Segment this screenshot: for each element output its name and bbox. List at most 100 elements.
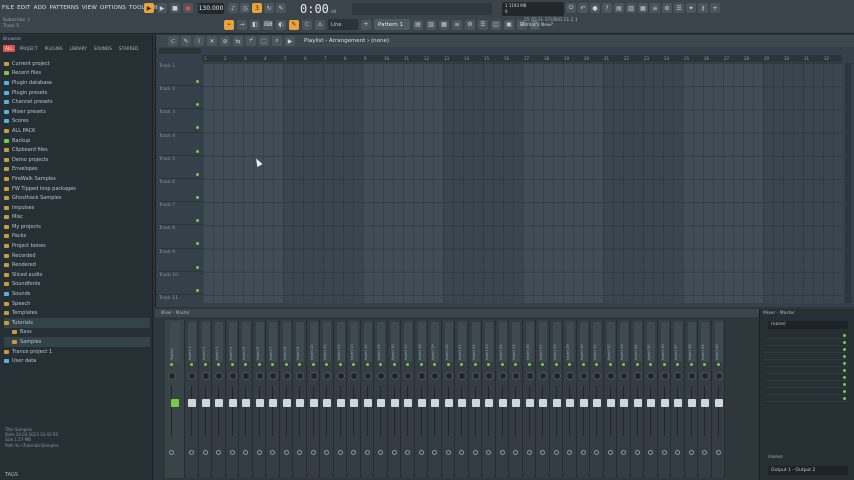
- strip-enable-led[interactable]: [514, 363, 517, 366]
- strip-enable-led[interactable]: [473, 363, 477, 366]
- strip-enable-led[interactable]: [635, 363, 639, 366]
- mixer-insert-strip[interactable]: Insert 25: [509, 320, 523, 478]
- volume-fader[interactable]: [714, 399, 723, 407]
- mixer-insert-strip[interactable]: Insert 31: [590, 320, 604, 478]
- browser-item[interactable]: Soundfonts: [4, 280, 150, 290]
- mute-icon[interactable]: ⊘: [220, 36, 230, 46]
- slip-icon[interactable]: ⇆: [233, 36, 243, 46]
- strip-enable-led[interactable]: [649, 363, 652, 366]
- route-send-icon[interactable]: [283, 450, 289, 455]
- pan-knob[interactable]: [593, 372, 601, 380]
- mixer-insert-strip[interactable]: Insert 26: [522, 320, 536, 478]
- strip-enable-led[interactable]: [568, 363, 571, 366]
- record-audio-icon[interactable]: ●: [590, 3, 600, 13]
- route-send-icon[interactable]: [432, 450, 437, 455]
- volume-fader[interactable]: [525, 399, 534, 407]
- pan-knob[interactable]: [417, 372, 426, 380]
- pan-knob[interactable]: [377, 372, 385, 380]
- undo-icon[interactable]: ↶: [578, 3, 588, 13]
- volume-fader[interactable]: [647, 399, 655, 407]
- step-edit-icon[interactable]: ✎: [276, 3, 286, 13]
- mixer-insert-strip[interactable]: Insert 23: [482, 320, 496, 478]
- mixer-icon[interactable]: ≡: [650, 3, 660, 13]
- route-send-icon[interactable]: [486, 450, 491, 455]
- pattern-select[interactable]: Pattern 1: [374, 19, 410, 30]
- tab-project[interactable]: PROJECT: [18, 45, 40, 52]
- volume-fader[interactable]: [215, 399, 223, 407]
- pan-knob[interactable]: [309, 372, 318, 380]
- route-send-icon[interactable]: [688, 450, 694, 455]
- pan-knob[interactable]: [255, 372, 264, 380]
- volume-fader[interactable]: [471, 399, 480, 407]
- mixer-insert-strip[interactable]: Insert 24: [495, 320, 509, 478]
- wide-shortcut-icon[interactable]: ▣: [504, 19, 514, 30]
- slot-enable-led[interactable]: [843, 348, 846, 351]
- route-send-icon[interactable]: [702, 450, 707, 455]
- pencil-icon[interactable]: ✎: [181, 36, 191, 46]
- browser-item[interactable]: Tutorials: [4, 318, 150, 328]
- countdown-icon[interactable]: 3: [252, 3, 262, 13]
- volume-fader[interactable]: [269, 399, 277, 407]
- snap-icon[interactable]: ⌁: [224, 19, 234, 30]
- select-icon[interactable]: ⬚: [259, 36, 269, 46]
- effect-slot[interactable]: [764, 389, 848, 395]
- mixer-insert-strip[interactable]: Insert 28: [549, 320, 563, 478]
- strip-enable-led[interactable]: [433, 363, 436, 366]
- strip-enable-led[interactable]: [554, 363, 558, 366]
- browser-item[interactable]: Clipboard files: [4, 145, 150, 155]
- pan-knob[interactable]: [512, 372, 520, 380]
- browser-item[interactable]: Demo projects: [4, 155, 150, 165]
- volume-fader[interactable]: [431, 399, 439, 407]
- mixer-insert-strip[interactable]: Insert 9: [293, 320, 307, 478]
- volume-fader[interactable]: [417, 399, 426, 407]
- route-send-icon[interactable]: [229, 450, 235, 455]
- tab-plugins[interactable]: PLUGINS: [43, 45, 65, 52]
- route-send-icon[interactable]: [270, 450, 275, 455]
- snap-mode-select[interactable]: Line: [328, 19, 358, 30]
- route-send-icon[interactable]: [256, 450, 262, 455]
- microphone-icon[interactable]: ✦: [686, 3, 696, 13]
- volume-fader[interactable]: [201, 399, 210, 407]
- tab-starred[interactable]: STARRED: [117, 45, 140, 52]
- pan-knob[interactable]: [242, 372, 250, 380]
- volume-fader[interactable]: [674, 399, 682, 407]
- browser-item[interactable]: Bass: [4, 328, 150, 338]
- plugin-shortcut-icon[interactable]: ⚙: [465, 19, 475, 30]
- arrow-right-icon[interactable]: →: [237, 19, 247, 30]
- strip-enable-led[interactable]: [203, 363, 207, 366]
- route-send-icon[interactable]: [607, 450, 613, 455]
- route-send-icon[interactable]: [661, 450, 667, 455]
- slot-enable-led[interactable]: [843, 383, 846, 386]
- stop-icon[interactable]: ■: [170, 3, 180, 13]
- stamp-icon[interactable]: ⌂: [315, 19, 325, 30]
- route-send-icon[interactable]: [418, 450, 424, 455]
- browser-item[interactable]: Sliced audio: [4, 270, 150, 280]
- tools-icon[interactable]: ◧: [250, 19, 260, 30]
- volume-fader[interactable]: [633, 399, 642, 407]
- strip-enable-led[interactable]: [392, 363, 396, 366]
- mixer-insert-strip[interactable]: Insert 40: [711, 320, 725, 478]
- slot-enable-led[interactable]: [843, 341, 846, 344]
- news-panel[interactable]: 25 05 FL STUDIO 21.2.1 What's New?: [524, 18, 578, 28]
- browser-item[interactable]: Plugin presets: [4, 88, 150, 98]
- strip-enable-led[interactable]: [271, 363, 274, 366]
- mixer-insert-strip[interactable]: Insert 34: [630, 320, 644, 478]
- route-send-icon[interactable]: [715, 450, 721, 455]
- browser-item[interactable]: Channel presets: [4, 97, 150, 107]
- volume-fader[interactable]: [336, 399, 345, 407]
- menu-patterns[interactable]: PATTERNS: [49, 5, 78, 11]
- route-send-icon[interactable]: [567, 450, 572, 455]
- pan-knob[interactable]: [269, 372, 277, 380]
- playback-icon[interactable]: ▶: [285, 36, 295, 46]
- pan-knob[interactable]: [701, 372, 709, 380]
- strip-enable-led[interactable]: [446, 363, 450, 366]
- channel-rack-icon[interactable]: ▦: [638, 3, 648, 13]
- loop-record-icon[interactable]: ↻: [264, 3, 274, 13]
- mixer-insert-strip[interactable]: Insert 33: [617, 320, 631, 478]
- strip-enable-led[interactable]: [352, 363, 355, 366]
- strip-enable-led[interactable]: [608, 363, 612, 366]
- piano-roll-icon[interactable]: ▥: [626, 3, 636, 13]
- menu-add[interactable]: ADD: [34, 5, 47, 11]
- track-enable-led[interactable]: [196, 195, 199, 199]
- effect-slot[interactable]: [764, 361, 848, 367]
